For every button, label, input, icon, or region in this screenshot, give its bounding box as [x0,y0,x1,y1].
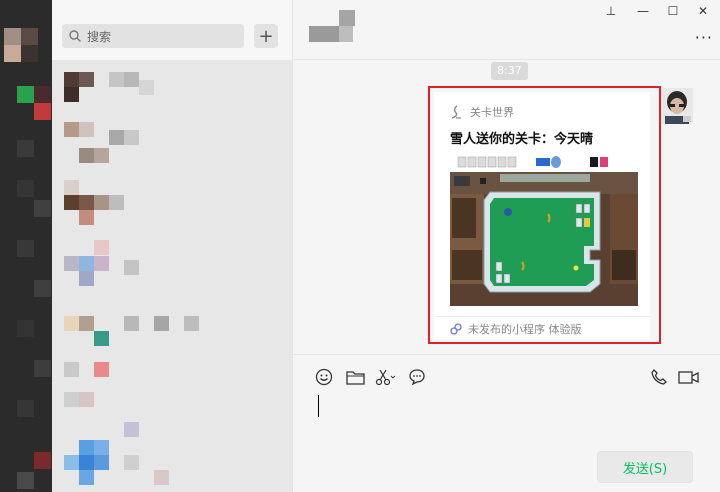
card-footer-label: 未发布的小程序 体验版 [468,322,582,336]
send-button[interactable]: 发送(S) [597,451,693,483]
nav-pixel [17,320,34,337]
more-icon[interactable]: ··· [695,28,713,47]
chat-bubble-icon[interactable] [407,367,427,387]
search-placeholder: 搜索 [87,29,112,44]
folder-icon[interactable] [345,367,365,387]
nav-badge [34,103,51,120]
avatar[interactable] [4,28,21,45]
chat-title-blurred [309,26,339,42]
scissors-icon[interactable] [375,367,395,387]
card-footer: 未发布的小程序 体验版 [434,316,650,340]
nav-pixel [21,45,38,62]
mini-program-icon [450,322,462,335]
mini-program-card[interactable]: 关卡世界 雪人送你的关卡：今天晴 未发布的小程序 体验版 [434,92,650,340]
nav-pixel [34,200,51,217]
card-brand-name: 关卡世界 [470,106,514,119]
close-icon[interactable]: ✕ [695,4,711,18]
message-timestamp: 8:37 [491,62,528,80]
conversation-list: 搜索 + [52,0,292,492]
nav-chat-icon[interactable] [17,86,34,103]
video-icon[interactable] [677,367,699,387]
card-preview-image [450,154,638,306]
card-brand: 关卡世界 [450,104,514,120]
nav-favorites-icon[interactable] [17,180,34,197]
message-composer: 发送(S) [293,354,720,492]
nav-pixel [34,280,51,297]
phone-icon[interactable] [649,367,669,387]
nav-pixel [17,400,34,417]
nav-pixel [4,45,21,62]
pin-icon[interactable]: ⊥ [603,4,619,18]
nav-pixel [34,360,51,377]
brand-logo-icon [451,105,461,119]
maximize-icon[interactable]: ☐ [665,4,681,18]
search-row: 搜索 + [52,0,292,60]
nav-sidebar [0,0,52,492]
text-cursor[interactable] [318,395,319,417]
nav-pixel [17,240,34,257]
card-title: 雪人送你的关卡：今天晴 [450,132,594,147]
nav-pixel [21,28,38,45]
conversation-items-blurred[interactable] [52,60,292,492]
nav-menu-icon[interactable] [17,472,34,489]
chat-title-blurred [339,10,355,26]
chat-header: ⊥ — ☐ ✕ ··· [293,0,720,60]
search-icon [69,30,81,42]
emoji-icon[interactable] [314,367,334,387]
minimize-icon[interactable]: — [635,4,651,18]
nav-contacts-icon[interactable] [17,140,34,157]
chat-title-blurred [339,26,353,42]
add-icon[interactable]: + [254,24,278,48]
nav-pixel [34,86,51,103]
search-input[interactable]: 搜索 [62,24,244,48]
chat-window: ⊥ — ☐ ✕ ··· 8:37 关卡世界 雪人送你的关卡：今天晴 未发布的小程… [292,0,720,492]
nav-pixel [34,452,51,469]
avatar[interactable] [661,88,693,124]
